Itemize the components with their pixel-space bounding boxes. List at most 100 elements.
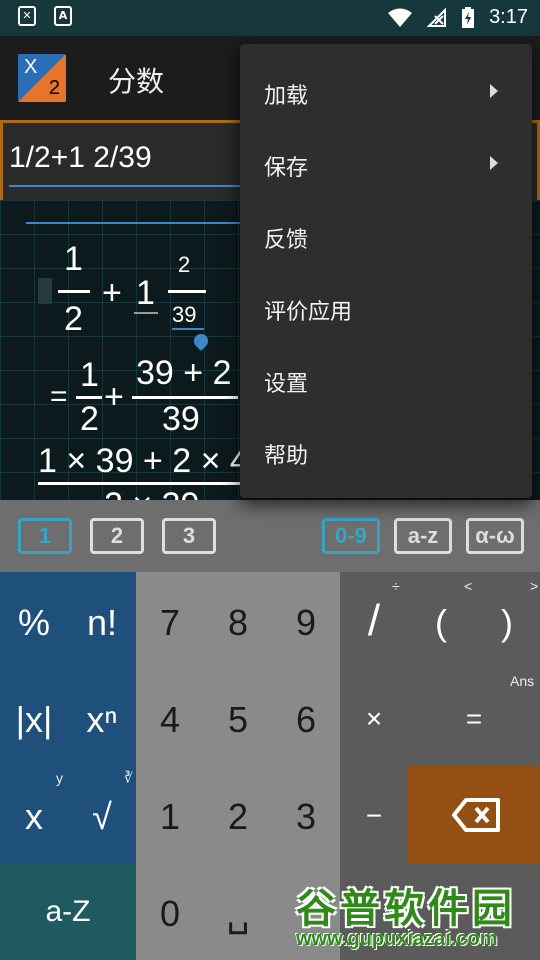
cursor-box xyxy=(38,278,52,304)
menu-item-help-label: 帮助 xyxy=(264,444,309,469)
frac3-bar xyxy=(76,396,102,399)
space-key-label: ␣ xyxy=(226,893,250,934)
overflow-menu: 加载 保存 反馈 评价应用 设置 帮助 xyxy=(240,44,532,498)
page-title: 分数 xyxy=(108,65,165,98)
cursor-handle-icon[interactable] xyxy=(191,331,211,351)
plus-sign: + xyxy=(102,274,122,312)
key-4[interactable]: 4 xyxy=(136,669,204,766)
plus-sign-2: + xyxy=(104,378,124,416)
menu-item-feedback[interactable]: 反馈 xyxy=(240,200,532,272)
equals-sign: = xyxy=(50,380,68,413)
times-key-label: × xyxy=(365,703,383,734)
subscript-key[interactable]: yx xyxy=(0,766,68,863)
frac4-den: 39 xyxy=(162,400,200,438)
frac1-bar xyxy=(58,290,90,293)
subscript-key-label: x xyxy=(25,796,43,837)
submenu-arrow-icon xyxy=(490,84,498,98)
selection-line xyxy=(26,222,246,224)
menu-item-rate[interactable]: 评价应用 xyxy=(240,272,532,344)
right-paren-key[interactable]: >) xyxy=(474,572,540,669)
divide-sub: ÷ xyxy=(392,578,400,594)
battery-charging-icon xyxy=(462,6,475,28)
menu-item-save[interactable]: 保存 xyxy=(240,128,532,200)
key-8[interactable]: 8 xyxy=(204,572,272,669)
sqrt-key[interactable]: ∛ √ xyxy=(68,766,136,863)
key-2[interactable]: 2 xyxy=(204,766,272,863)
menu-item-load-label: 加载 xyxy=(264,84,309,109)
whole-number: 1 xyxy=(136,274,155,312)
alpha-key[interactable]: a-Z xyxy=(0,863,136,960)
frac1-den: 2 xyxy=(64,300,83,338)
menu-item-help[interactable]: 帮助 xyxy=(240,416,532,488)
fraction-key[interactable]: ÷ / xyxy=(340,572,408,669)
tab-2[interactable]: 2 xyxy=(90,518,144,554)
frac1-num: 1 xyxy=(64,240,83,278)
percent-key-label: % xyxy=(17,602,50,643)
tab-1[interactable]: 1 xyxy=(18,518,72,554)
key-6-label: 6 xyxy=(295,699,317,740)
left-paren-key[interactable]: <( xyxy=(408,572,474,669)
key-3[interactable]: 3 xyxy=(272,766,340,863)
key-5-label: 5 xyxy=(227,699,249,740)
minus-key-label: − xyxy=(365,800,383,831)
left-paren-label: ( xyxy=(435,602,447,643)
edit-cursor xyxy=(172,328,204,330)
key-9-label: 9 xyxy=(295,602,317,643)
clock: 3:17 xyxy=(489,6,528,28)
frac2-bar xyxy=(168,290,206,293)
step-numerator: 1 × 39 + 2 × 4 xyxy=(38,442,249,480)
times-key[interactable]: × xyxy=(340,669,408,766)
sqrt-key-label: √ xyxy=(92,796,112,837)
power-key[interactable]: xⁿ xyxy=(68,669,136,766)
wifi-icon xyxy=(388,8,413,27)
frac3-den: 2 xyxy=(80,400,99,438)
lt-sub: < xyxy=(464,578,473,594)
a-icon: A xyxy=(54,6,72,26)
key-6[interactable]: 6 xyxy=(272,669,340,766)
factorial-key[interactable]: n! xyxy=(68,572,136,669)
shield-icon: ✕ xyxy=(18,6,36,26)
keyboard-tabs: 1 2 3 0-9 a-z α-ω xyxy=(0,500,540,572)
whole-underline xyxy=(134,312,158,314)
key-3-label: 3 xyxy=(295,796,317,837)
menu-item-rate-label: 评价应用 xyxy=(264,300,353,325)
tab-digits[interactable]: 0-9 xyxy=(322,518,380,554)
power-key-label: xⁿ xyxy=(86,699,118,740)
space-key[interactable]: ␣ xyxy=(204,863,272,960)
submenu-arrow-icon xyxy=(490,156,498,170)
key-5[interactable]: 5 xyxy=(204,669,272,766)
app-logo: X 2 xyxy=(18,54,66,102)
tab-greek[interactable]: α-ω xyxy=(466,518,524,554)
cbrt-sup: ∛ xyxy=(124,770,133,786)
key-2-label: 2 xyxy=(227,796,249,837)
key-1-label: 1 xyxy=(159,796,181,837)
key-1[interactable]: 1 xyxy=(136,766,204,863)
menu-item-load[interactable]: 加载 xyxy=(240,56,532,128)
key-7[interactable]: 7 xyxy=(136,572,204,669)
backspace-key[interactable] xyxy=(408,766,540,863)
equals-key-label: = xyxy=(465,703,483,734)
key-9[interactable]: 9 xyxy=(272,572,340,669)
frac2-num: 2 xyxy=(178,252,191,277)
menu-item-feedback-label: 反馈 xyxy=(264,228,309,253)
key-0[interactable]: 0 xyxy=(136,863,204,960)
equals-key[interactable]: Ans = xyxy=(408,669,540,766)
expression-text: 1/2+1 2/39 xyxy=(9,141,152,174)
menu-item-settings[interactable]: 设置 xyxy=(240,344,532,416)
key-0-label: 0 xyxy=(159,893,181,934)
watermark-text: 谷普软件园 xyxy=(296,886,516,932)
frac3-num: 1 xyxy=(80,356,99,394)
key-4-label: 4 xyxy=(159,699,181,740)
step-denominator: 2 × 39 xyxy=(104,486,199,500)
ans-sub: Ans xyxy=(510,673,535,689)
percent-key[interactable]: % xyxy=(0,572,68,669)
tab-3[interactable]: 3 xyxy=(162,518,216,554)
menu-item-save-label: 保存 xyxy=(264,156,309,181)
abs-key[interactable]: |x| xyxy=(0,669,68,766)
input-underline xyxy=(9,185,243,187)
minus-key[interactable]: − xyxy=(340,766,408,863)
watermark-url: www.gupuxiazai.com xyxy=(296,928,498,950)
key-7-label: 7 xyxy=(159,602,181,643)
tab-latin[interactable]: a-z xyxy=(394,518,452,554)
step-bar xyxy=(38,482,248,485)
